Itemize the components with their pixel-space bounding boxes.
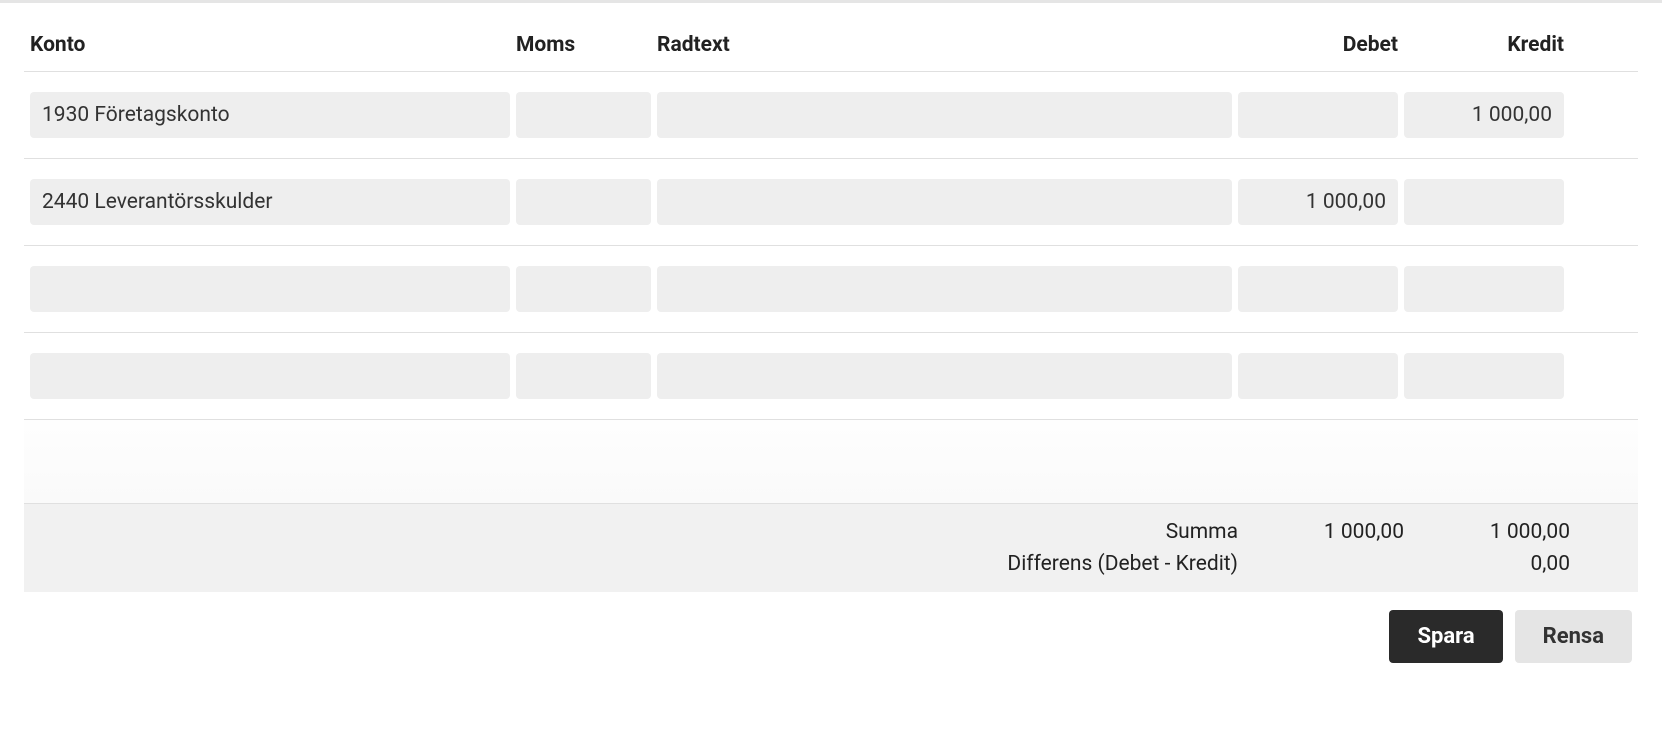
kredit-input[interactable] bbox=[1404, 266, 1564, 312]
summa-debet-value: 1 000,00 bbox=[1244, 520, 1404, 544]
debet-input[interactable] bbox=[1238, 92, 1398, 138]
konto-input[interactable] bbox=[30, 92, 510, 138]
radtext-input[interactable] bbox=[657, 92, 1232, 138]
debet-input[interactable] bbox=[1238, 353, 1398, 399]
voucher-grid-container: Konto Moms Radtext Debet Kredit bbox=[0, 19, 1662, 673]
kredit-input[interactable] bbox=[1404, 179, 1564, 225]
table-header-row: Konto Moms Radtext Debet Kredit bbox=[24, 19, 1638, 72]
summa-kredit-value: 1 000,00 bbox=[1410, 520, 1570, 544]
summary-section: Summa 1 000,00 1 000,00 Differens (Debet… bbox=[24, 504, 1638, 592]
debet-input[interactable] bbox=[1238, 179, 1398, 225]
konto-input[interactable] bbox=[30, 353, 510, 399]
kredit-input[interactable] bbox=[1404, 353, 1564, 399]
summary-diff-row: Differens (Debet - Kredit) 0,00 bbox=[36, 548, 1626, 580]
header-radtext: Radtext bbox=[657, 33, 1232, 57]
table-row bbox=[24, 333, 1638, 420]
radtext-input[interactable] bbox=[657, 266, 1232, 312]
top-divider bbox=[0, 0, 1662, 3]
radtext-input[interactable] bbox=[657, 353, 1232, 399]
diff-label: Differens (Debet - Kredit) bbox=[663, 552, 1238, 576]
table-row bbox=[24, 72, 1638, 159]
radtext-input[interactable] bbox=[657, 179, 1232, 225]
summa-label: Summa bbox=[663, 520, 1238, 544]
button-row: Spara Rensa bbox=[24, 592, 1638, 673]
header-kredit: Kredit bbox=[1404, 33, 1564, 57]
table-row bbox=[24, 246, 1638, 333]
spacer-row bbox=[24, 420, 1638, 504]
konto-input[interactable] bbox=[30, 266, 510, 312]
spara-button[interactable]: Spara bbox=[1389, 610, 1502, 663]
diff-value: 0,00 bbox=[1410, 552, 1570, 576]
moms-input[interactable] bbox=[516, 353, 651, 399]
summary-summa-row: Summa 1 000,00 1 000,00 bbox=[36, 516, 1626, 548]
header-konto: Konto bbox=[30, 33, 510, 57]
rensa-button[interactable]: Rensa bbox=[1515, 610, 1632, 663]
table-row bbox=[24, 159, 1638, 246]
moms-input[interactable] bbox=[516, 266, 651, 312]
moms-input[interactable] bbox=[516, 92, 651, 138]
header-moms: Moms bbox=[516, 33, 651, 57]
debet-input[interactable] bbox=[1238, 266, 1398, 312]
kredit-input[interactable] bbox=[1404, 92, 1564, 138]
konto-input[interactable] bbox=[30, 179, 510, 225]
header-debet: Debet bbox=[1238, 33, 1398, 57]
moms-input[interactable] bbox=[516, 179, 651, 225]
